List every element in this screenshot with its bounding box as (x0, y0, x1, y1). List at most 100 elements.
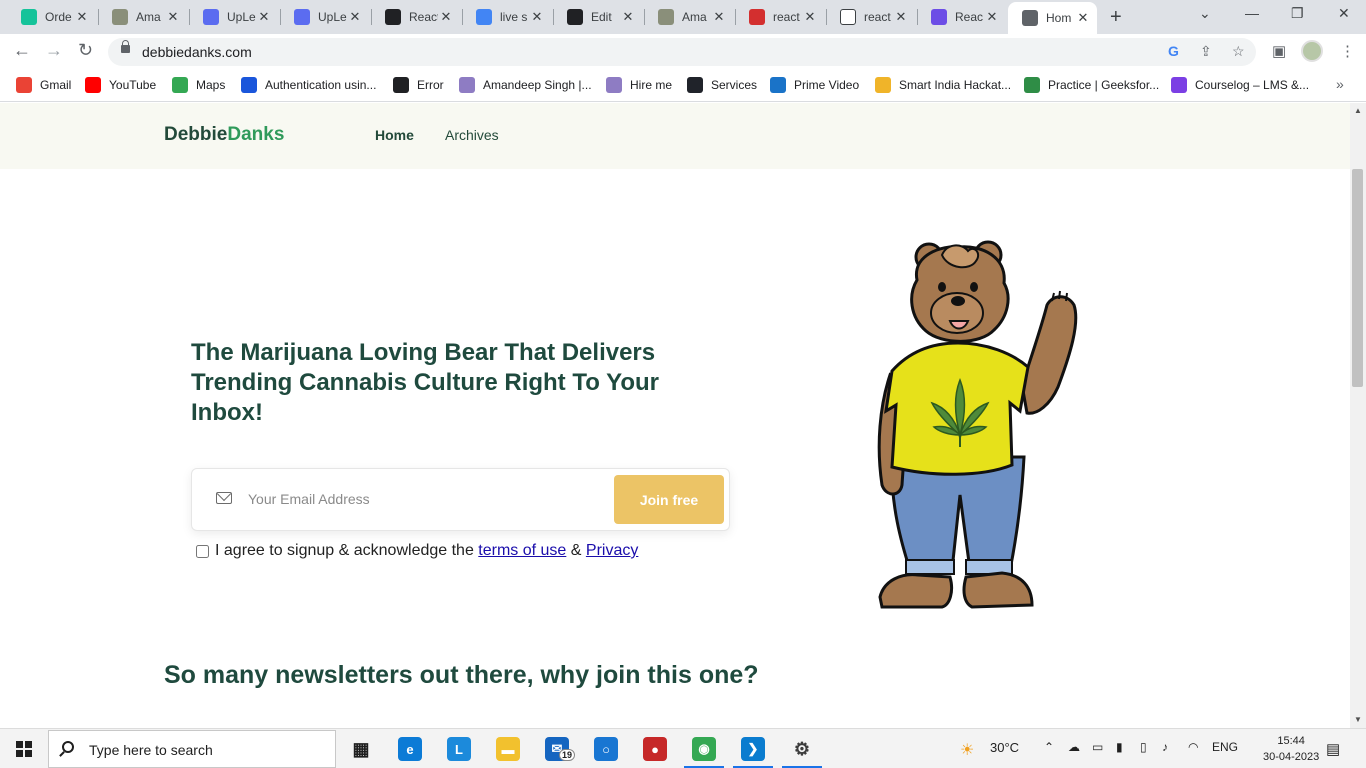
tab-search-icon[interactable]: ⌄ (1199, 5, 1211, 22)
tab-close-icon[interactable]: ✕ (74, 9, 90, 25)
bookmark-star-icon[interactable]: ☆ (1232, 43, 1245, 60)
clock[interactable]: 15:44 30-04-2023 (1263, 733, 1319, 765)
new-tab-button[interactable]: + (1110, 6, 1122, 29)
codepen-icon (393, 77, 409, 93)
bookmark-item[interactable]: Services (687, 77, 757, 93)
cortana-icon[interactable]: ○ (594, 737, 618, 761)
bookmark-item[interactable]: Hire me (606, 77, 672, 93)
browser-tab[interactable]: Hom ✕ (1008, 2, 1097, 34)
nav-home[interactable]: Home (375, 127, 414, 143)
file-explorer-icon[interactable]: ▬ (496, 737, 520, 761)
tab-close-icon[interactable]: ✕ (711, 9, 727, 25)
email-input[interactable] (248, 485, 598, 513)
tab-close-icon[interactable]: ✕ (256, 9, 272, 25)
bookmark-item[interactable]: Error (393, 77, 444, 93)
more-bookmarks-icon[interactable]: » (1336, 76, 1344, 92)
bookmark-item[interactable]: Practice | Geeksfor... (1024, 77, 1159, 93)
share-icon[interactable]: ⇪ (1200, 43, 1212, 60)
tab-close-icon[interactable]: ✕ (529, 9, 545, 25)
task-view-icon[interactable]: ▦ (349, 737, 373, 761)
forward-icon[interactable]: → (45, 40, 63, 61)
profile-avatar[interactable] (1301, 40, 1323, 62)
bookmark-label: Amandeep Singh |... (483, 78, 592, 92)
page-scrollbar[interactable]: ▲ ▼ (1350, 103, 1366, 728)
restore-button[interactable]: ❐ (1291, 5, 1304, 22)
browser-tab[interactable]: Reac ✕ (917, 2, 1006, 32)
bookmark-item[interactable]: Amandeep Singh |... (459, 77, 592, 93)
scroll-down-icon[interactable]: ▼ (1354, 715, 1362, 724)
tab-close-icon[interactable]: ✕ (438, 9, 454, 25)
menu-icon[interactable]: ⋮ (1340, 42, 1355, 60)
tray-chevron-icon[interactable]: ⌃ (1044, 740, 1054, 754)
bookmark-label: Courselog – LMS &... (1195, 78, 1310, 92)
browser-tab[interactable]: react ✕ (826, 2, 915, 32)
vscode-icon[interactable]: ❯ (733, 737, 773, 768)
weather-temp[interactable]: 30°C (990, 740, 1019, 755)
cloud-icon[interactable]: ☁ (1068, 740, 1080, 754)
tab-separator (280, 9, 281, 25)
meet-icon[interactable]: ▭ (1092, 740, 1103, 754)
settings-icon[interactable]: ⚙ (782, 737, 822, 768)
mail-badge: 19 (559, 749, 576, 761)
bookmark-item[interactable]: YouTube (85, 77, 156, 93)
bookmark-item[interactable]: Maps (172, 77, 225, 93)
cricket-icon[interactable]: ● (643, 737, 667, 761)
volume-icon[interactable]: ♪ (1162, 740, 1168, 754)
tab-close-icon[interactable]: ✕ (984, 9, 1000, 25)
display-icon[interactable]: ▯ (1140, 740, 1147, 754)
bookmark-item[interactable]: Authentication usin... (241, 77, 376, 93)
browser-tab[interactable]: UpLe ✕ (189, 2, 278, 32)
tab-close-icon[interactable]: ✕ (620, 9, 636, 25)
bookmark-item[interactable]: Smart India Hackat... (875, 77, 1011, 93)
page-viewport: DebbieDanks Home Archives The Marijuana … (0, 103, 1350, 728)
browser-tab[interactable]: Ama ✕ (644, 2, 733, 32)
edge-icon[interactable]: e (398, 737, 422, 761)
tab-close-icon[interactable]: ✕ (347, 9, 363, 25)
lock-icon[interactable] (121, 40, 130, 53)
google-lens-icon[interactable]: G (1168, 43, 1179, 59)
wifi-icon[interactable]: ◠ (1188, 740, 1198, 754)
browser-tab[interactable]: react ✕ (735, 2, 824, 32)
site-logo[interactable]: DebbieDanks (164, 124, 284, 146)
browser-tab[interactable]: UpLe ✕ (280, 2, 369, 32)
browser-tab[interactable]: Orde ✕ (7, 2, 96, 32)
l-app-icon[interactable]: L (447, 737, 471, 761)
bookmark-item[interactable]: Prime Video (770, 77, 859, 93)
join-free-button[interactable]: Join free (614, 475, 724, 524)
side-panel-icon[interactable]: ▣ (1272, 42, 1286, 60)
chrome-icon[interactable]: ◉ (684, 737, 724, 768)
bookmark-item[interactable]: Courselog – LMS &... (1171, 77, 1309, 93)
scroll-up-icon[interactable]: ▲ (1354, 106, 1362, 115)
privacy-link[interactable]: Privacy (586, 542, 638, 560)
bookmark-item[interactable]: Gmail (16, 77, 71, 93)
tab-close-icon[interactable]: ✕ (1075, 10, 1091, 26)
back-icon[interactable]: ← (13, 40, 31, 61)
browser-tab[interactable]: live s ✕ (462, 2, 551, 32)
close-window-button[interactable]: ✕ (1338, 5, 1350, 22)
battery-icon[interactable]: ▮ (1116, 740, 1123, 754)
reload-icon[interactable]: ↻ (78, 40, 93, 61)
browser-tab[interactable]: Ama ✕ (98, 2, 187, 32)
bulb-icon (875, 77, 891, 93)
browser-tab[interactable]: React ✕ (371, 2, 460, 32)
start-button[interactable] (16, 741, 32, 757)
react-icon (687, 77, 703, 93)
consent-checkbox[interactable] (196, 544, 209, 558)
terms-link[interactable]: terms of use (478, 542, 566, 560)
taskbar-search[interactable]: Type here to search (48, 730, 336, 768)
address-bar[interactable]: debbiedanks.com G ⇪ ☆ (108, 38, 1256, 66)
notification-icon[interactable]: ▤ (1326, 740, 1340, 758)
tab-close-icon[interactable]: ✕ (802, 9, 818, 25)
tab-separator (917, 9, 918, 25)
browser-tab[interactable]: Edit ✕ (553, 2, 642, 32)
tab-close-icon[interactable]: ✕ (893, 9, 909, 25)
tab-close-icon[interactable]: ✕ (165, 9, 181, 25)
scroll-thumb[interactable] (1352, 169, 1363, 387)
language-indicator[interactable]: ENG (1212, 740, 1238, 754)
weather-icon[interactable]: ☀ (960, 740, 974, 760)
minimize-button[interactable]: — (1245, 5, 1259, 21)
mail-icon[interactable]: ✉ 19 (545, 737, 576, 761)
tab-label: React (409, 10, 438, 24)
url-text[interactable]: debbiedanks.com (142, 44, 252, 60)
nav-archives[interactable]: Archives (445, 127, 499, 143)
